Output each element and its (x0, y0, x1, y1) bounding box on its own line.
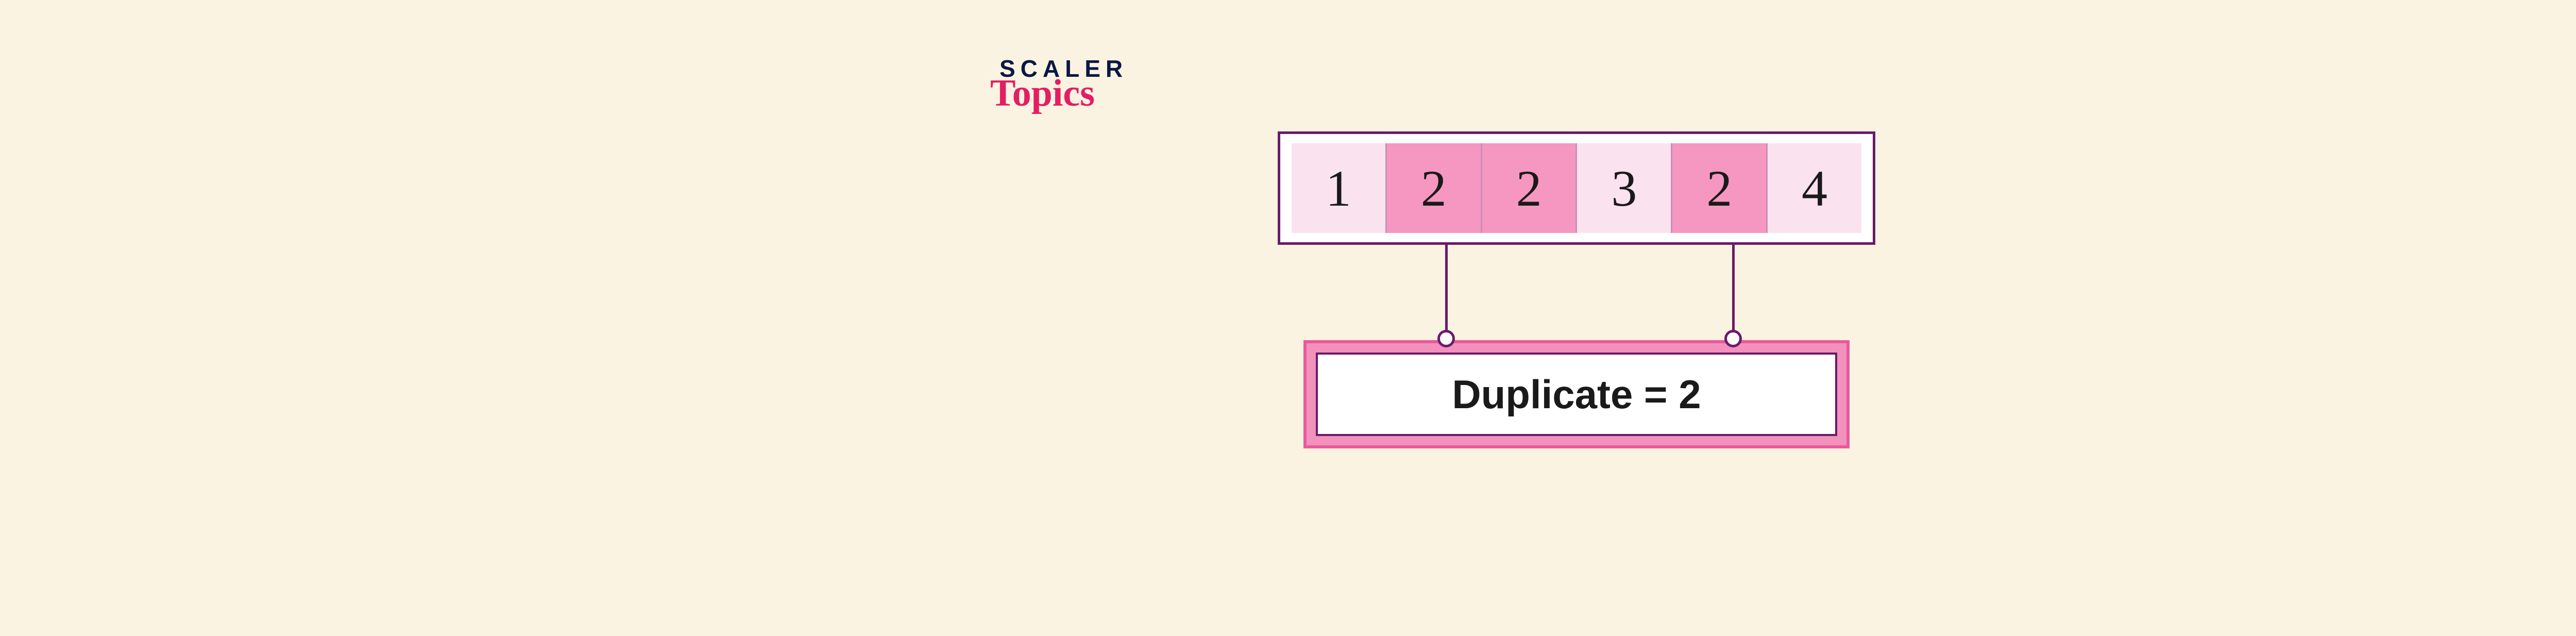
result-box: Duplicate = 2 (1303, 340, 1850, 448)
array-cell: 3 (1575, 143, 1671, 233)
diagram-canvas: SCALER Topics 1 2 2 3 2 4 Duplicate = 2 (927, 0, 2164, 636)
array-cell: 2 (1481, 143, 1576, 233)
array-container: 1 2 2 3 2 4 (1278, 131, 1875, 245)
result-label: Duplicate = 2 (1316, 353, 1837, 436)
connector-ring-icon (1724, 330, 1742, 347)
array-cell: 1 (1292, 143, 1385, 233)
connector-line (1732, 245, 1735, 340)
array-cell: 2 (1385, 143, 1481, 233)
connector-line (1445, 245, 1448, 340)
connector-ring-icon (1437, 330, 1455, 347)
logo-line-topics: Topics (990, 78, 1128, 109)
scaler-topics-logo: SCALER Topics (999, 57, 1128, 109)
array-cell: 4 (1766, 143, 1861, 233)
array-cell: 2 (1671, 143, 1766, 233)
